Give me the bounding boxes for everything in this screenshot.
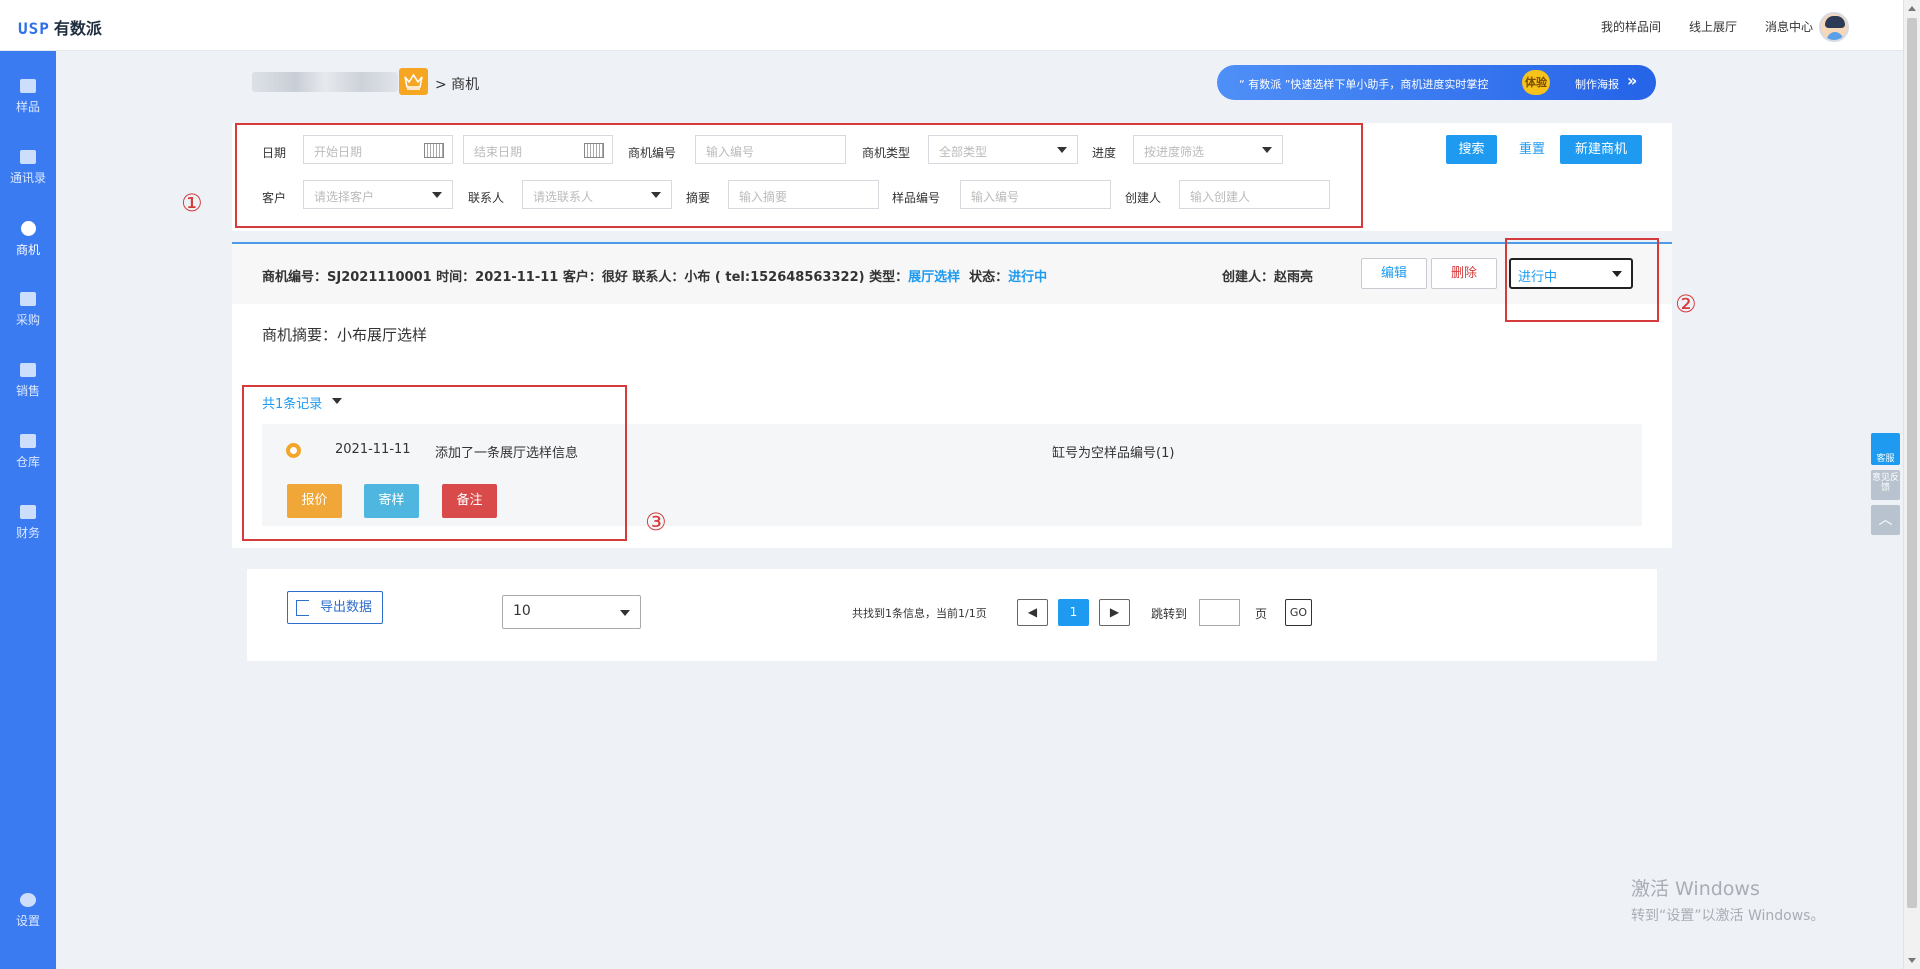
- purchase-icon: [20, 292, 36, 306]
- scroll-up-icon[interactable]: [1908, 6, 1916, 11]
- edit-button[interactable]: 编辑: [1361, 258, 1427, 289]
- promo-banner[interactable]: “ 有数派 ”快速选样下单小助手，商机进度实时掌控 体验 制作海报 »: [1217, 65, 1656, 100]
- breadcrumb-blurred-name: [252, 72, 398, 92]
- make-poster-link[interactable]: 制作海报: [1575, 76, 1619, 92]
- nav-my-sample-room[interactable]: 我的样品间: [1601, 18, 1661, 35]
- scroll-down-icon[interactable]: [1908, 958, 1916, 963]
- windows-activation-watermark: 激活 Windows 转到“设置”以激活 Windows。: [1631, 878, 1825, 924]
- contacts-icon: [20, 150, 36, 164]
- sidebar-item-samples[interactable]: 样品: [0, 69, 56, 129]
- jump-label: 跳转到: [1151, 607, 1188, 621]
- opportunity-info: 商机编号：SJ2021110001 时间：2021-11-11 客户：很好 联系…: [262, 270, 1048, 285]
- sidebar-item-sales[interactable]: 销售: [0, 353, 56, 413]
- record-sample-info: 缸号为空样品编号(1): [1052, 446, 1175, 461]
- opportunity-summary: 商机摘要：小布展厅选样: [262, 326, 428, 344]
- prev-page-button[interactable]: ◀: [1017, 599, 1048, 626]
- pagination-bar: 导出数据 10 共找到1条信息，当前1/1页 ◀ 1 ▶ 跳转到 页 GO: [247, 569, 1657, 661]
- vertical-scrollbar[interactable]: [1903, 0, 1920, 969]
- breadcrumb-current: > 商机: [435, 77, 480, 93]
- sidebar-item-finance[interactable]: 财务: [0, 495, 56, 555]
- nav-online-showroom[interactable]: 线上展厅: [1689, 18, 1737, 35]
- new-opportunity-button[interactable]: 新建商机: [1560, 135, 1642, 164]
- export-data-button[interactable]: 导出数据: [287, 591, 383, 624]
- jump-page-input[interactable]: [1199, 599, 1240, 626]
- next-page-button[interactable]: ▶: [1099, 599, 1130, 626]
- customer-service-button[interactable]: 客服: [1871, 433, 1900, 465]
- annotation-number-1: ①: [181, 189, 203, 217]
- annotation-number-3: ③: [645, 508, 667, 536]
- page-info: 共找到1条信息，当前1/1页: [852, 607, 987, 620]
- sidebar: 样品 通讯录 商机 采购 销售 仓库 财务 设置: [0, 51, 56, 969]
- opportunity-creator: 创建人：赵雨亮: [1222, 270, 1314, 285]
- sidebar-item-settings[interactable]: 设置: [0, 883, 56, 943]
- crown-icon: [399, 68, 428, 95]
- top-bar: USP 有数派 我的样品间 线上展厅 消息中心: [0, 0, 1903, 51]
- opportunity-header: 商机编号：SJ2021110001 时间：2021-11-11 客户：很好 联系…: [232, 242, 1672, 304]
- search-button[interactable]: 搜索: [1446, 135, 1497, 164]
- opportunity-type: 展厅选样: [908, 270, 961, 285]
- feedback-button[interactable]: 意见反馈: [1871, 470, 1900, 500]
- scroll-thumb[interactable]: [1907, 18, 1917, 908]
- reset-button[interactable]: 重置: [1507, 135, 1557, 164]
- sidebar-item-warehouse[interactable]: 仓库: [0, 424, 56, 484]
- go-button[interactable]: GO: [1285, 599, 1312, 626]
- annotation-box-2: [1505, 238, 1659, 322]
- delete-button[interactable]: 删除: [1431, 258, 1497, 289]
- trial-badge[interactable]: 体验: [1522, 70, 1550, 95]
- double-chevron-right-icon: »: [1627, 71, 1638, 90]
- sidebar-item-opportunity[interactable]: 商机: [0, 211, 56, 271]
- opportunity-icon: [20, 221, 36, 236]
- sidebar-item-contacts[interactable]: 通讯录: [0, 140, 56, 200]
- top-nav: 我的样品间 线上展厅 消息中心: [1601, 18, 1813, 35]
- annotation-number-2: ②: [1675, 290, 1697, 318]
- back-to-top-icon[interactable]: ︿: [1871, 505, 1900, 535]
- nav-message-center[interactable]: 消息中心: [1765, 18, 1813, 35]
- annotation-box-1: [235, 123, 1363, 228]
- sample-icon: [20, 79, 36, 93]
- sidebar-item-purchase[interactable]: 采购: [0, 282, 56, 342]
- page-1-button[interactable]: 1: [1058, 599, 1089, 626]
- page-size-select[interactable]: 10: [502, 595, 641, 629]
- settings-icon: [20, 893, 36, 907]
- sales-icon: [20, 363, 36, 377]
- warehouse-icon: [20, 434, 36, 448]
- banner-text: “ 有数派 ”快速选样下单小助手，商机进度实时掌控: [1239, 78, 1489, 91]
- logo[interactable]: USP 有数派: [18, 15, 102, 39]
- page-unit-label: 页: [1255, 607, 1268, 621]
- annotation-box-3: [242, 385, 627, 541]
- finance-icon: [20, 505, 36, 519]
- opportunity-status: 进行中: [1008, 270, 1048, 285]
- avatar[interactable]: [1819, 12, 1849, 42]
